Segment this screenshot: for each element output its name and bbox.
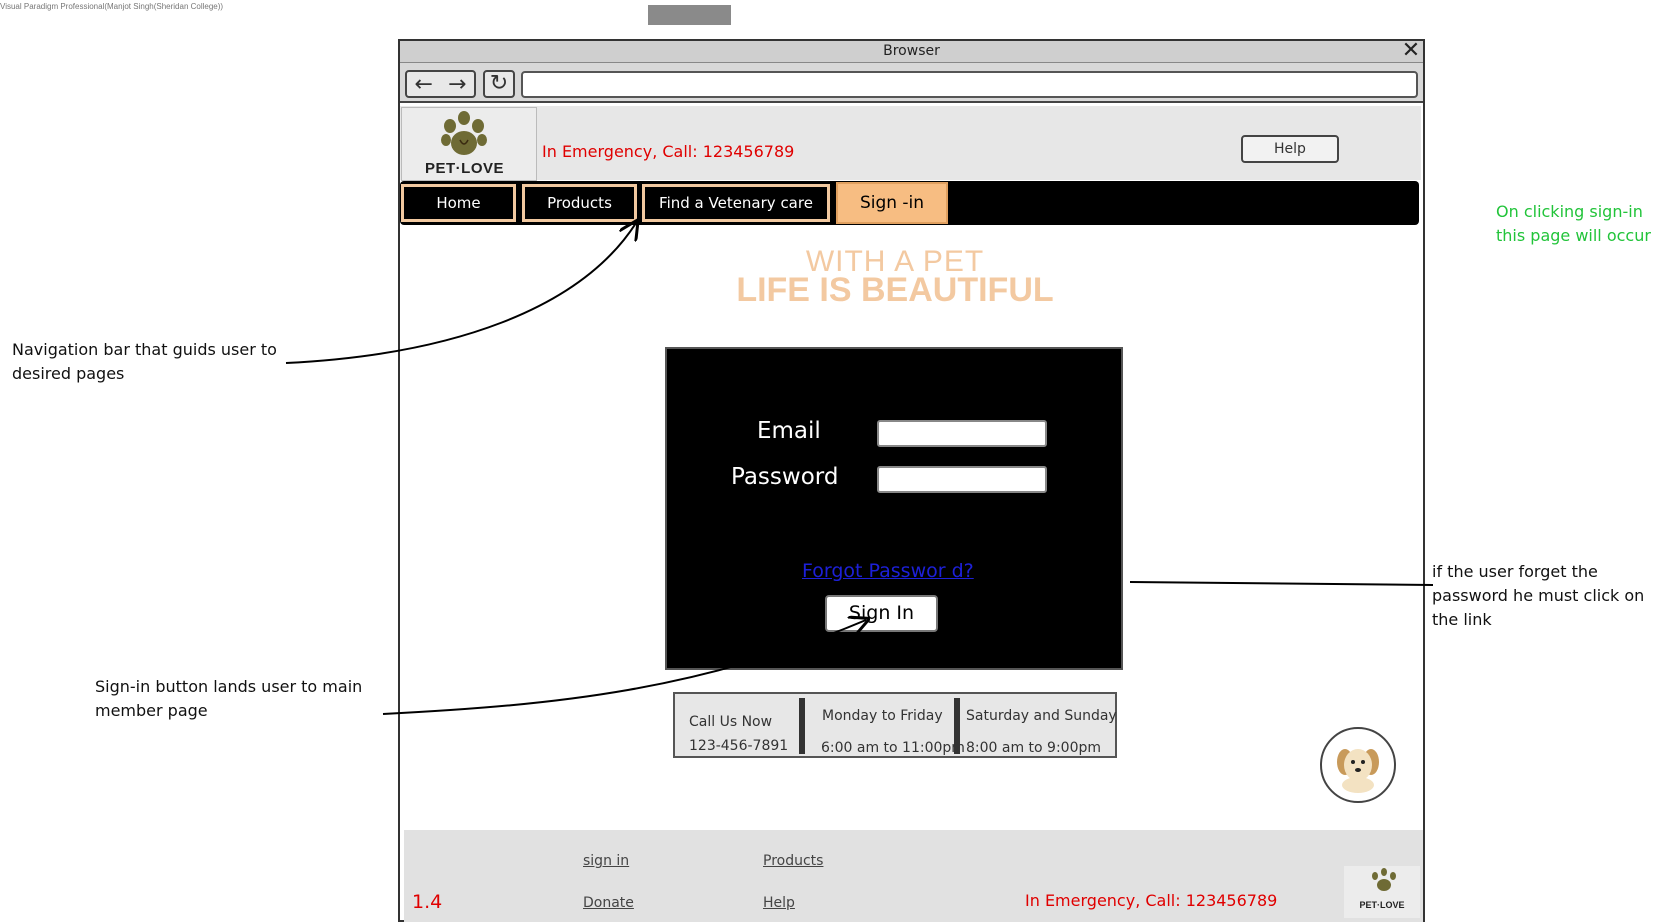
arrow-signin [382,620,866,715]
annotation-arrows [285,0,1434,715]
line-forgot [1129,581,1434,586]
arrow-nav [285,223,636,364]
